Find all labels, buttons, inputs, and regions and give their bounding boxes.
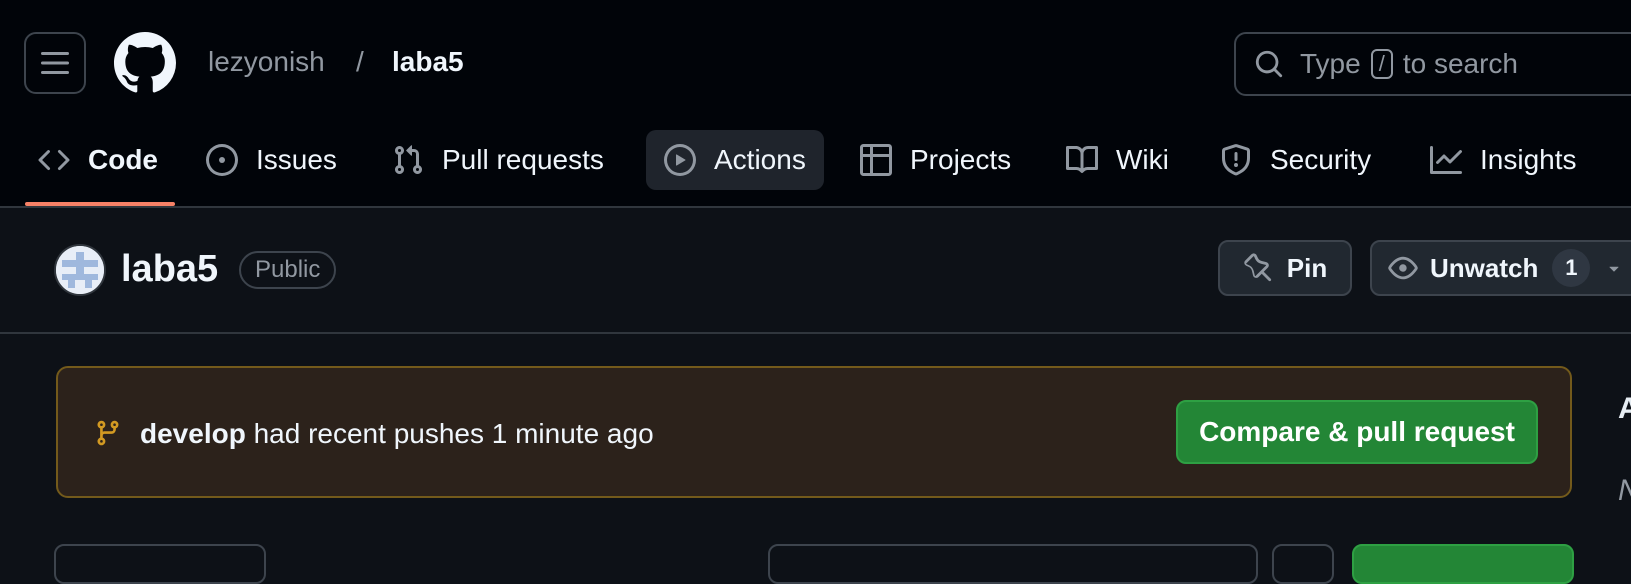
avatar[interactable] bbox=[54, 244, 106, 296]
tab-projects[interactable]: Projects bbox=[860, 130, 1011, 190]
go-to-file-input[interactable] bbox=[768, 544, 1258, 584]
tab-pull-requests[interactable]: Pull requests bbox=[392, 130, 604, 190]
breadcrumb-repo-link[interactable]: laba5 bbox=[392, 46, 464, 78]
tab-issues-label: Issues bbox=[256, 144, 337, 175]
search-icon bbox=[1255, 50, 1283, 78]
compare-pull-request-button[interactable]: Compare & pull request bbox=[1176, 400, 1538, 464]
tab-code-label: Code bbox=[88, 144, 158, 175]
cutoff-sidebar-heading: A bbox=[1618, 392, 1631, 425]
tab-code[interactable]: Code bbox=[38, 130, 158, 190]
pin-button-label: Pin bbox=[1286, 252, 1328, 283]
hamburger-icon bbox=[41, 52, 69, 74]
table-icon bbox=[860, 144, 892, 176]
github-logo-icon[interactable] bbox=[114, 32, 176, 94]
add-file-button[interactable] bbox=[1272, 544, 1334, 584]
breadcrumb-separator: / bbox=[356, 46, 364, 77]
active-tab-indicator bbox=[25, 202, 175, 206]
tab-wiki[interactable]: Wiki bbox=[1066, 130, 1169, 190]
tab-insights-label: Insights bbox=[1480, 144, 1577, 175]
repo-nav-tabs: Code Issues Pull requests Actions Projec… bbox=[0, 130, 1631, 206]
banner-message: develop had recent pushes 1 minute ago bbox=[140, 418, 654, 450]
tab-insights[interactable]: Insights bbox=[1430, 130, 1577, 190]
identicon-image bbox=[56, 246, 104, 294]
tab-security[interactable]: Security bbox=[1220, 130, 1371, 190]
graph-icon bbox=[1430, 146, 1462, 174]
search-placeholder-prefix: Type bbox=[1300, 48, 1361, 79]
search-placeholder-suffix: to search bbox=[1402, 48, 1518, 79]
book-icon bbox=[1066, 145, 1098, 173]
triangle-down-icon bbox=[1609, 266, 1619, 272]
pin-button[interactable]: Pin bbox=[1218, 240, 1352, 296]
visibility-badge: Public bbox=[239, 251, 337, 289]
watch-count-badge: 1 bbox=[1552, 249, 1591, 287]
tab-wiki-label: Wiki bbox=[1116, 144, 1169, 175]
tab-actions-label: Actions bbox=[714, 144, 806, 175]
tab-security-label: Security bbox=[1270, 144, 1372, 175]
issue-opened-icon bbox=[206, 144, 238, 176]
git-pull-request-icon bbox=[394, 145, 423, 175]
menu-button[interactable] bbox=[24, 32, 86, 94]
tab-pull-requests-label: Pull requests bbox=[442, 144, 604, 175]
unwatch-button[interactable]: Unwatch 1 bbox=[1370, 240, 1631, 296]
tab-projects-label: Projects bbox=[910, 144, 1012, 175]
search-input[interactable]: Type / to search bbox=[1234, 32, 1631, 96]
tab-actions[interactable]: Actions bbox=[646, 130, 824, 190]
repo-title[interactable]: laba5 bbox=[121, 248, 218, 291]
code-dropdown-button[interactable] bbox=[1352, 544, 1574, 584]
eye-icon bbox=[1388, 256, 1418, 280]
banner-message-text: had recent pushes 1 minute ago bbox=[253, 418, 654, 449]
repo-header: laba5 Public Pin Unwatch 1 bbox=[0, 208, 1631, 334]
recent-push-banner: develop had recent pushes 1 minute ago C… bbox=[56, 366, 1572, 498]
breadcrumb-owner-link[interactable]: lezyonish bbox=[208, 46, 325, 78]
branch-name-link[interactable]: develop bbox=[140, 418, 246, 449]
code-icon bbox=[38, 149, 70, 171]
unwatch-button-label: Unwatch bbox=[1430, 252, 1539, 283]
search-shortcut-key: / bbox=[1370, 49, 1393, 79]
play-icon bbox=[664, 144, 696, 176]
git-branch-icon bbox=[97, 420, 119, 446]
pin-icon bbox=[1244, 253, 1271, 282]
tab-issues[interactable]: Issues bbox=[206, 130, 337, 190]
cutoff-sidebar-text: N bbox=[1618, 474, 1631, 508]
app-header: lezyonish / laba5 Type / to search Code … bbox=[0, 0, 1631, 208]
branch-selector-button[interactable] bbox=[54, 544, 266, 584]
shield-icon bbox=[1222, 144, 1250, 176]
